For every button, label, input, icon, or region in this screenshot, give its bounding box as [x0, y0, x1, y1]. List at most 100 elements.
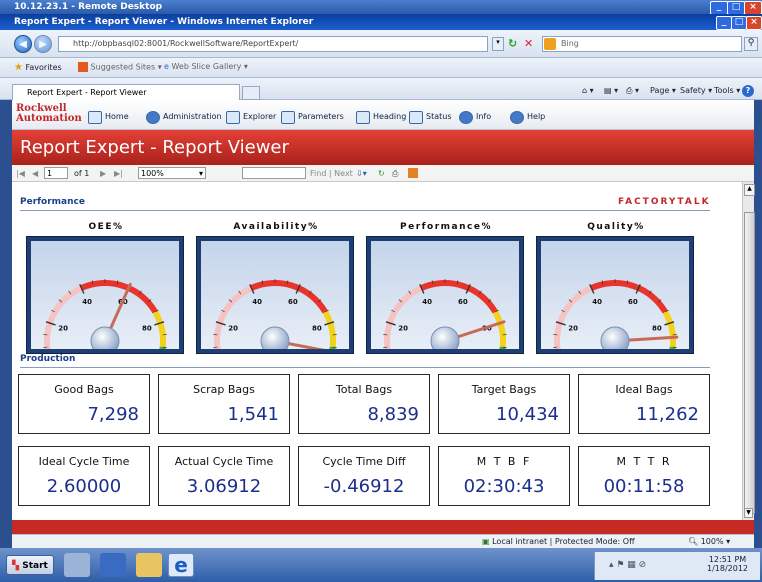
last-page-icon[interactable]: ▶| — [114, 165, 123, 182]
search-input[interactable]: Bing — [542, 36, 742, 52]
kpi-label: Cycle Time Diff — [322, 455, 406, 468]
next-page-icon[interactable]: ▶ — [100, 165, 106, 182]
scroll-up-icon[interactable]: ▲ — [744, 184, 755, 196]
tray-icons[interactable]: ▴ ⚑ ▦ ⊘ — [609, 560, 646, 570]
kpi-value: 10,434 — [496, 404, 559, 425]
refresh-icon[interactable]: ↻ — [508, 37, 522, 51]
nav-parameters[interactable]: Parameters — [281, 110, 344, 124]
gauge-oee: 020406080100 — [26, 236, 184, 373]
nav-home[interactable]: Home — [88, 110, 129, 124]
browser-minimize-icon[interactable]: _ — [716, 16, 732, 30]
internet-explorer-icon[interactable]: e — [168, 553, 194, 577]
scroll-thumb[interactable] — [744, 212, 755, 514]
back-icon[interactable]: ◀ — [14, 35, 32, 53]
suggested-sites-label: Suggested Sites ▾ — [90, 62, 162, 72]
minimize-icon[interactable]: _ — [710, 1, 728, 15]
clock-time: 12:51 PM — [708, 555, 747, 564]
favorites-label: Favorites — [25, 63, 62, 72]
suggested-sites-icon — [78, 62, 88, 72]
folder-icon[interactable] — [136, 553, 162, 577]
address-dropdown-icon[interactable]: ▾ — [492, 37, 504, 51]
page-number-input[interactable]: 1 — [44, 167, 68, 179]
address-input[interactable]: http://obpbasql02:8001/RockwellSoftware/… — [58, 36, 488, 52]
gauge-tick-label: 20 — [228, 324, 238, 332]
report-scrollbar[interactable]: ▲ — [742, 182, 755, 520]
clock[interactable]: 12:51 PM 1/18/2012 — [707, 555, 748, 573]
safety-menu[interactable]: Safety ▾ — [680, 86, 712, 95]
nav-status[interactable]: Status — [409, 110, 452, 124]
stop-icon[interactable]: ✕ — [524, 37, 538, 51]
gauge-availability-svg: 020406080100 — [201, 241, 349, 373]
help-nav-icon — [510, 110, 524, 124]
bing-icon — [544, 38, 556, 50]
data-feed-icon[interactable] — [408, 168, 418, 178]
nav-explorer[interactable]: Explorer — [226, 110, 276, 124]
scroll-down-icon[interactable]: ▼ — [744, 508, 753, 518]
prev-page-icon[interactable]: ◀ — [32, 165, 38, 182]
gauge-label-performance: Performance% — [400, 222, 492, 232]
kpi-label: M T T R — [616, 455, 672, 468]
gauge-tick-label: 80 — [652, 324, 662, 332]
gauge-oee-svg: 020406080100 — [31, 241, 179, 373]
nav-help[interactable]: Help — [510, 110, 545, 124]
print-icon[interactable]: ⎙ — [392, 165, 398, 182]
forward-icon[interactable]: ▶ — [34, 35, 52, 53]
browser-restore-icon[interactable]: □ — [731, 16, 747, 30]
kpi-actual-cycle-time: Actual Cycle Time 3.06912 — [158, 446, 290, 506]
kpi-mtbf: M T B F 02:30:43 — [438, 446, 570, 506]
intranet-icon: ▣ — [482, 537, 490, 546]
home-command-icon[interactable]: ⌂ ▾ — [582, 86, 594, 95]
zoom-status-text: 100% — [700, 537, 724, 546]
help-icon[interactable]: ? — [742, 85, 754, 97]
zoom-value: 100% — [141, 169, 164, 178]
nav-administration[interactable]: Administration — [146, 110, 222, 124]
production-divider — [20, 367, 710, 368]
gauge-tick-label: 80 — [142, 324, 152, 332]
print-command-icon[interactable]: ⎙ ▾ — [626, 86, 639, 96]
find-input[interactable] — [242, 167, 306, 179]
start-button[interactable]: ▚ Start — [6, 555, 54, 575]
new-tab-button[interactable] — [242, 86, 260, 100]
feeds-icon[interactable]: ▤ ▾ — [604, 86, 618, 95]
suggested-sites-link[interactable]: Suggested Sites ▾ — [78, 62, 162, 72]
nav-heading[interactable]: Heading — [356, 110, 406, 124]
kpi-value: 3.06912 — [186, 476, 262, 497]
first-page-icon[interactable]: |◀ — [16, 165, 25, 182]
kpi-value: 8,839 — [367, 404, 419, 425]
zoom-select[interactable]: 100% ▾ — [138, 167, 206, 179]
nav-status-label: Status — [426, 112, 452, 121]
server-manager-icon[interactable] — [64, 553, 90, 577]
page-menu[interactable]: Page ▾ — [650, 86, 676, 95]
nav-info[interactable]: Info — [459, 110, 491, 124]
page-banner: Report Expert - Report Viewer — [12, 130, 754, 165]
restore-icon[interactable]: □ — [727, 1, 745, 15]
tools-menu[interactable]: Tools ▾ — [714, 86, 740, 95]
explorer-icon — [226, 110, 240, 124]
zone-text: Local intranet | Protected Mode: Off — [492, 537, 635, 546]
kpi-label: M T B F — [476, 455, 532, 468]
find-next-link[interactable]: Find | Next — [310, 165, 353, 182]
kpi-total-bags: Total Bags 8,839 — [298, 374, 430, 434]
gauge-tick-label: 60 — [458, 298, 468, 306]
info-icon — [459, 110, 473, 124]
kpi-label: Good Bags — [54, 383, 114, 396]
close-icon[interactable]: × — [744, 1, 762, 15]
factorytalk-logo: FACTORYTALK — [618, 197, 711, 207]
search-icon[interactable]: ⚲ — [744, 37, 758, 51]
export-icon[interactable]: ⇩▾ — [356, 165, 367, 182]
refresh-report-icon[interactable]: ↻ — [378, 165, 385, 182]
zoom-status[interactable]: 🔍︎ 100% ▾ — [688, 535, 730, 549]
browser-statusbar: ▣ Local intranet | Protected Mode: Off 🔍… — [12, 534, 754, 548]
kpi-value: 1,541 — [227, 404, 279, 425]
performance-section-title: Performance — [20, 197, 85, 207]
browser-tab-title: Report Expert - Report Viewer — [27, 88, 147, 97]
powershell-icon[interactable] — [100, 553, 126, 577]
browser-close-icon[interactable]: × — [746, 16, 762, 30]
page-of-label: of 1 — [74, 169, 90, 178]
web-slice-gallery-link[interactable]: e Web Slice Gallery ▾ — [164, 62, 248, 71]
kpi-value: 2.60000 — [46, 476, 122, 497]
browser-tab[interactable]: Report Expert - Report Viewer — [12, 84, 240, 100]
remote-desktop-titlebar: 10.12.23.1 - Remote Desktop _ □ × — [0, 0, 762, 15]
favorites-button[interactable]: ★ Favorites — [14, 62, 62, 73]
kpi-label: Total Bags — [335, 383, 393, 396]
